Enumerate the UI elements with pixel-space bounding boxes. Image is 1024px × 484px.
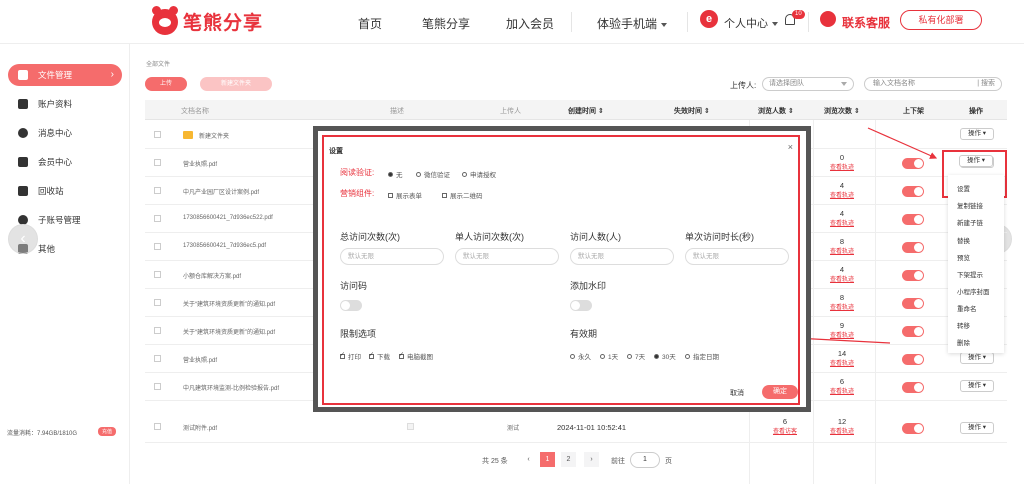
checkbox-label: 展示二维码 [450,193,483,200]
checkbox-label: 展示表单 [396,193,422,200]
page-jump-input[interactable]: 1 [630,452,660,468]
checkbox-checked-icon [399,351,404,359]
visitors-input[interactable]: 默认无限 [570,248,674,265]
arrow-to-settings [867,127,938,159]
radio-30day[interactable]: 30天 [654,351,676,361]
radio-off-icon [570,353,575,359]
checkbox-checked-icon [340,351,345,359]
radio-1day[interactable]: 1天 [600,351,618,361]
radio-label: 申请授权 [470,172,496,179]
field-label-single-visits: 单人访问次数(次) [455,232,524,242]
ok-button[interactable]: 确定 [762,385,798,399]
next-page-icon[interactable]: › [584,452,599,467]
radio-off-icon [600,353,605,359]
radio-custom-date[interactable]: 指定日期 [685,351,719,361]
checkbox-checked-icon [369,351,374,359]
radio-off-icon [627,353,632,359]
checkbox-show-form[interactable]: 展示表单 [388,190,422,200]
prev-page-icon[interactable]: ‹ [521,452,536,467]
settings-modal: 设置 × 阅读验证: 无 微信验证 申请授权 营销组件: 展示表单 展示二维码 … [322,135,800,405]
watermark-switch[interactable] [570,300,592,311]
checkbox-print[interactable]: 打印 [340,351,361,361]
limit-label: 限制选项 [340,329,377,339]
radio-wechat[interactable]: 微信验证 [416,169,450,179]
cancel-button[interactable]: 取消 [730,388,744,398]
radio-apply[interactable]: 申请授权 [462,169,496,179]
checkbox-icon [442,192,447,198]
validity-label: 有效期 [570,329,598,339]
access-code-switch[interactable] [340,300,362,311]
radio-label: 指定日期 [693,354,719,361]
radio-7day[interactable]: 7天 [627,351,645,361]
checkbox-label: 电脑截图 [407,354,433,361]
total-visits-input[interactable]: 默认无限 [340,248,444,265]
radio-label: 7天 [635,354,646,361]
radio-on-icon [388,171,393,177]
pagination-total: 共 25 条 [482,458,508,465]
watermark-label: 添加水印 [570,281,607,291]
radio-label: 无 [396,172,403,179]
field-label-duration: 单次访问时长(秒) [685,232,754,242]
read-verify-label: 阅读验证: [340,168,375,177]
radio-label: 1天 [608,354,619,361]
checkbox-download[interactable]: 下载 [369,351,390,361]
checkbox-icon [388,192,393,198]
radio-label: 30天 [662,354,676,361]
radio-label: 永久 [578,354,591,361]
page-1[interactable]: 1 [540,452,555,467]
field-label-total-visits: 总访问次数(次) [340,232,400,242]
checkbox-show-qrcode[interactable]: 展示二维码 [442,190,483,200]
radio-label: 微信验证 [424,172,450,179]
radio-forever[interactable]: 永久 [570,351,591,361]
goto-label: 前往 [611,458,625,465]
radio-off-icon [685,353,690,359]
single-visits-input[interactable]: 默认无限 [455,248,559,265]
modal-title: 设置 [329,148,343,155]
checkbox-screenshot[interactable]: 电脑截图 [399,351,433,361]
actions-button-label: 操作 [966,157,980,164]
marketing-label: 营销组件: [340,189,375,198]
page-2[interactable]: 2 [561,452,576,467]
close-icon[interactable]: × [788,142,793,152]
page-suffix: 页 [665,458,672,465]
field-label-visitors: 访问人数(人) [570,232,621,242]
radio-on-icon [654,353,659,359]
checkbox-label: 下载 [377,354,390,361]
access-code-label: 访问码 [340,281,368,291]
actions-button-active[interactable]: 操作 ▾ [959,155,993,167]
duration-input[interactable]: 默认无限 [685,248,789,265]
checkbox-label: 打印 [348,354,361,361]
radio-off-icon [462,171,467,177]
radio-none[interactable]: 无 [388,169,403,179]
radio-off-icon [416,171,421,177]
